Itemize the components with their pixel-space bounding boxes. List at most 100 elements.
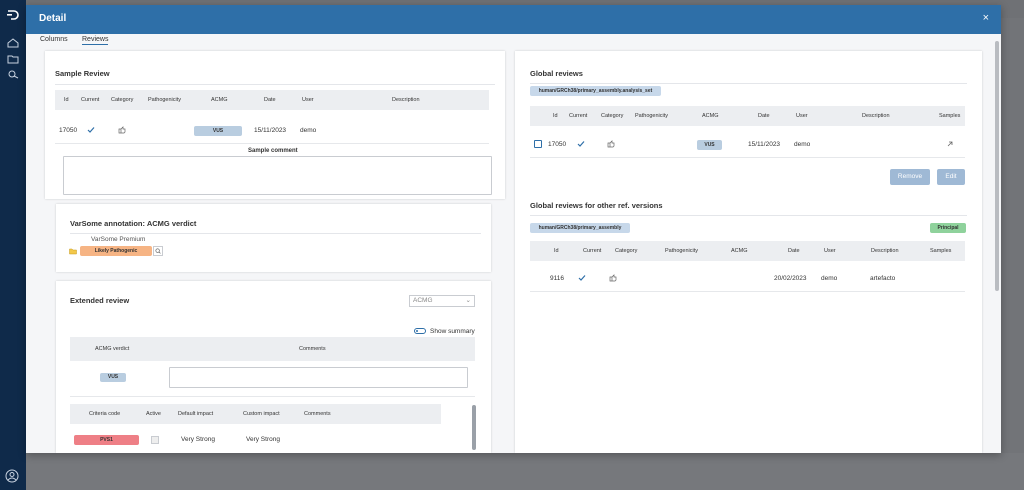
row-date: 15/11/2023 <box>748 141 781 148</box>
review-type-select[interactable]: ACMG ⌄ <box>409 295 475 307</box>
col-id: Id <box>554 248 559 254</box>
background-footer <box>26 453 1024 490</box>
search-icon[interactable] <box>153 246 163 256</box>
row-date: 20/02/2023 <box>774 275 807 282</box>
acmg-verdict-header: ACMG verdict Comments <box>70 337 475 361</box>
detail-modal: Detail × Columns Reviews Sample Review I… <box>26 5 1001 453</box>
thumb-icon[interactable] <box>607 140 615 148</box>
sample-review-table-header: Id Current Category Pathogenicity ACMG D… <box>55 90 489 110</box>
user-avatar-icon[interactable] <box>5 469 19 483</box>
extended-review-title: Extended review <box>70 296 130 305</box>
tab-bar: Columns Reviews <box>26 34 1001 48</box>
edit-button[interactable]: Edit <box>937 169 965 185</box>
col-id: Id <box>64 97 69 103</box>
col-active: Active <box>146 411 161 417</box>
row-id: 9116 <box>550 275 564 282</box>
tab-columns[interactable]: Columns <box>40 36 68 43</box>
col-criteria-code: Criteria code <box>89 411 121 417</box>
divider <box>530 215 967 216</box>
reference-path-tag: human/GRCh38/primary_assembly <box>530 223 630 233</box>
divider <box>55 84 495 85</box>
link-icon[interactable] <box>946 140 954 148</box>
show-summary-toggle[interactable] <box>414 328 426 334</box>
col-date: Date <box>788 248 800 254</box>
row-user: demo <box>794 141 811 148</box>
thumb-icon[interactable] <box>118 126 126 134</box>
custom-impact: Very Strong <box>246 436 280 443</box>
sample-comment-textarea[interactable] <box>63 156 492 195</box>
row-user: demo <box>821 275 838 282</box>
varsome-title: VarSome annotation: ACMG verdict <box>70 219 197 228</box>
likely-pathogenic-badge: Likely Pathogenic <box>80 246 152 256</box>
row-divider <box>55 143 489 144</box>
remove-button[interactable]: Remove <box>890 169 930 185</box>
default-impact: Very Strong <box>181 436 215 443</box>
criteria-table-header: Criteria code Active Default impact Cust… <box>70 404 441 424</box>
row-divider <box>530 291 965 292</box>
folder-icon[interactable] <box>7 54 19 64</box>
row-user: demo <box>300 127 317 134</box>
thumb-icon[interactable] <box>609 274 617 282</box>
varsome-source: VarSome Premium <box>91 236 146 243</box>
global-other-table-header: Id Current Category Pathogenicity ACMG D… <box>530 241 965 261</box>
col-acmg: ACMG <box>702 113 719 119</box>
col-pathogenicity: Pathogenicity <box>665 248 699 254</box>
chevron-down-icon: ⌄ <box>465 297 471 304</box>
col-category: Category <box>601 113 624 119</box>
home-icon[interactable] <box>7 38 19 48</box>
check-icon[interactable] <box>578 274 586 282</box>
row-id: 17050 <box>59 127 78 134</box>
col-pathogenicity: Pathogenicity <box>148 97 182 103</box>
tab-reviews[interactable]: Reviews <box>82 36 109 45</box>
active-checkbox[interactable] <box>151 436 159 444</box>
modal-title: Detail <box>39 13 67 24</box>
col-description: Description <box>392 97 420 103</box>
sample-review-title: Sample Review <box>55 69 110 78</box>
col-description: Description <box>871 248 899 254</box>
extended-review-card: Extended review ACMG ⌄ Show summary ACMG… <box>56 281 491 453</box>
col-current: Current <box>81 97 100 103</box>
col-category: Category <box>615 248 638 254</box>
col-user: User <box>824 248 836 254</box>
col-id: Id <box>553 113 558 119</box>
col-description: Description <box>862 113 890 119</box>
left-nav <box>0 0 26 490</box>
row-divider <box>530 157 965 158</box>
col-default-impact: Default impact <box>178 411 214 417</box>
col-current: Current <box>569 113 588 119</box>
row-description: artefacto <box>870 275 896 282</box>
acmg-comment-textarea[interactable] <box>169 367 468 388</box>
col-custom-impact: Custom impact <box>243 411 280 417</box>
acmg-verdict-badge: VUS <box>100 373 126 382</box>
col-user: User <box>796 113 808 119</box>
background-page <box>1001 18 1024 453</box>
check-icon[interactable] <box>577 140 585 148</box>
col-acmg: ACMG <box>731 248 748 254</box>
col-pathogenicity: Pathogenicity <box>635 113 669 119</box>
col-acmg-verdict: ACMG verdict <box>95 346 130 352</box>
select-checkbox[interactable] <box>534 140 542 148</box>
col-user: User <box>302 97 314 103</box>
modal-header: Detail × <box>26 5 1001 34</box>
global-reviews-card: Global reviews human/GRCh38/primary_asse… <box>515 51 982 453</box>
row-divider <box>70 396 475 397</box>
analysis-icon[interactable] <box>7 69 19 79</box>
divider <box>70 233 481 234</box>
sample-comment-label: Sample comment <box>248 148 298 154</box>
col-date: Date <box>758 113 770 119</box>
show-summary-label: Show summary <box>430 328 475 335</box>
col-criteria-comments: Comments <box>304 411 331 417</box>
app-logo[interactable] <box>6 9 20 21</box>
col-category: Category <box>111 97 134 103</box>
varsome-card: VarSome annotation: ACMG verdict VarSome… <box>56 204 491 272</box>
criteria-code-badge: PVS1 <box>74 435 139 445</box>
reference-path-tag: human/GRCh38/primary_assembly.analysis_s… <box>530 86 661 96</box>
criteria-scrollbar[interactable] <box>472 405 476 450</box>
sample-review-card: Sample Review Id Current Category Pathog… <box>45 51 505 199</box>
row-date: 15/11/2023 <box>254 127 287 134</box>
check-icon[interactable] <box>87 126 95 134</box>
close-icon[interactable]: × <box>983 12 989 24</box>
modal-scrollbar[interactable] <box>995 41 999 291</box>
acmg-badge: VUS <box>194 126 242 136</box>
global-reviews-table-header: Id Current Category Pathogenicity ACMG D… <box>530 106 965 126</box>
